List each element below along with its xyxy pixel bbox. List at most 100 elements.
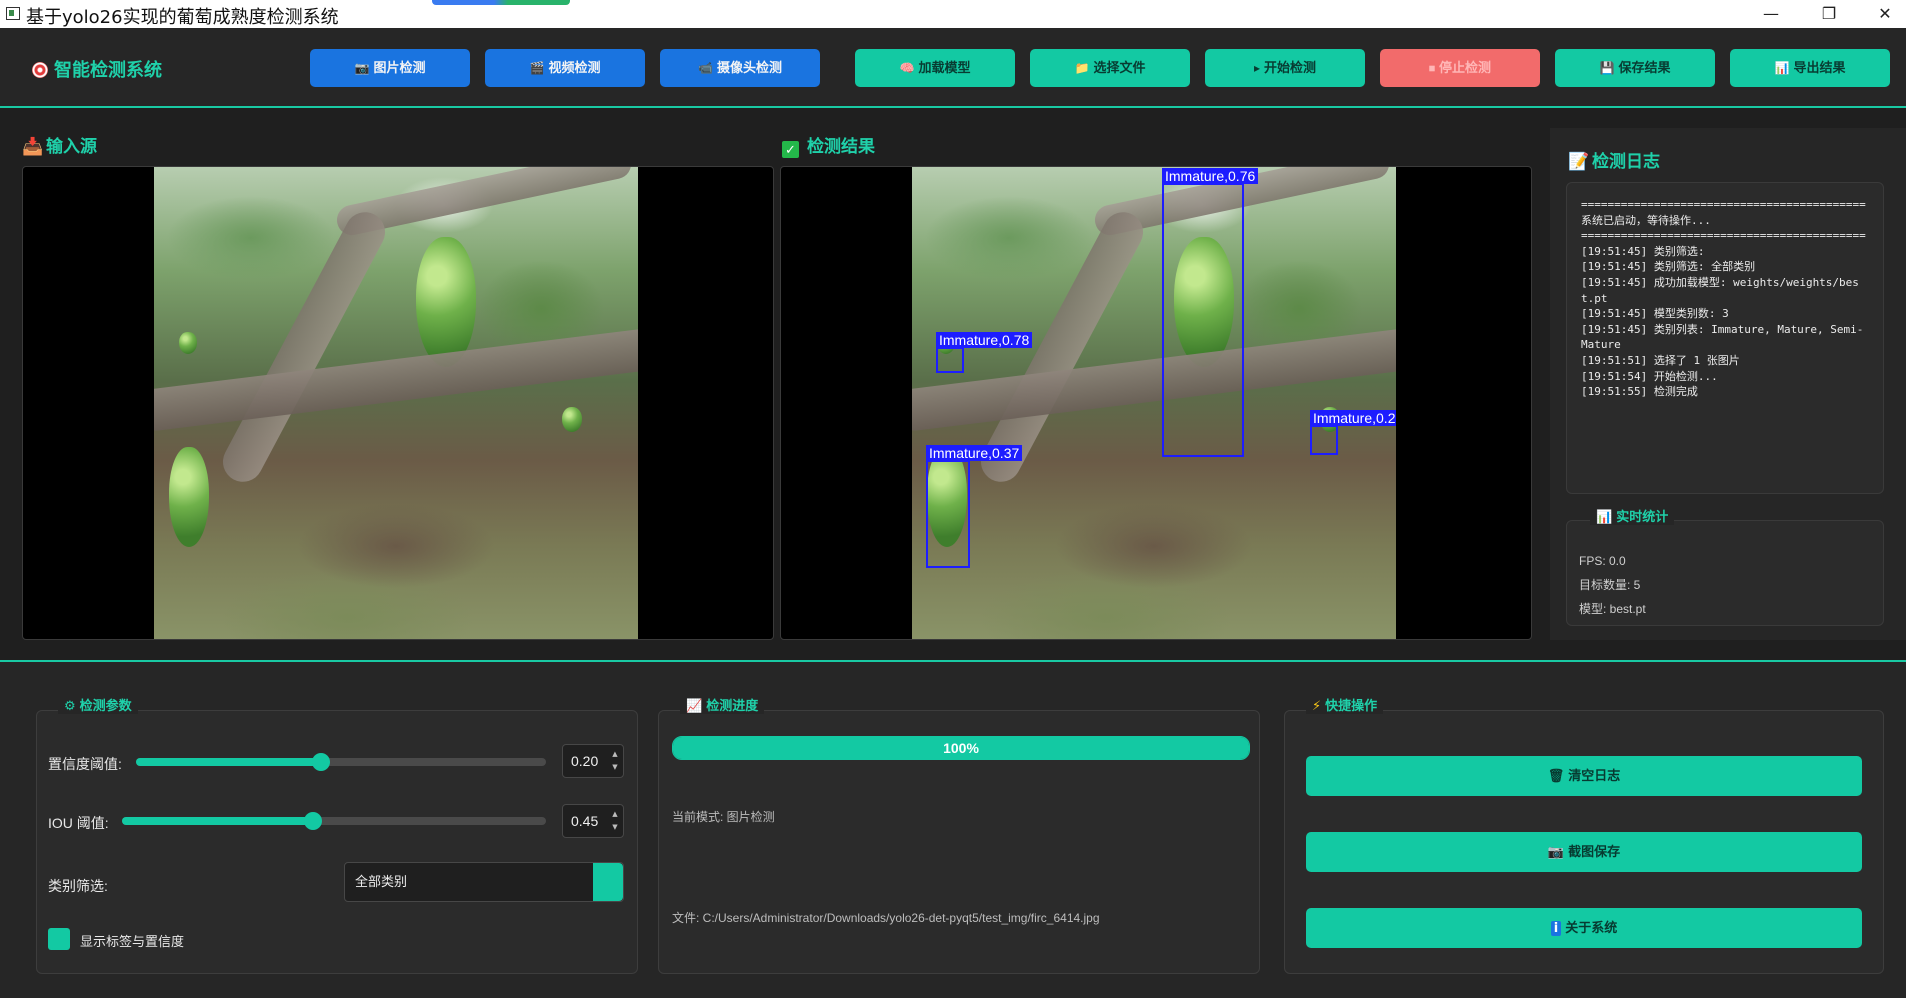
result-label: 检测结果 [807, 137, 875, 156]
floppy-icon: 💾 [1599, 61, 1615, 75]
spin-down-icon[interactable]: ▼ [610, 823, 620, 831]
current-file: 文件: C:/Users/Administrator/Downloads/yol… [672, 911, 1100, 925]
realtime-stats: FPS: 0.0 目标数量: 5 模型: best.pt [1566, 520, 1884, 626]
input-source-title: 📥 输入源 [22, 132, 97, 157]
save-result-label: 保存结果 [1618, 60, 1671, 75]
screenshot-save-button[interactable]: 📷 截图保存 [1306, 832, 1862, 872]
webcam-icon: 📹 [698, 61, 713, 75]
iou-slider-handle[interactable] [304, 812, 322, 830]
trash-icon: 🗑 [1547, 769, 1565, 784]
quick-actions-title-label: 快捷操作 [1325, 698, 1378, 713]
show-labels-checkbox[interactable] [48, 928, 70, 950]
close-button[interactable]: ✕ [1862, 0, 1906, 28]
clear-log-button[interactable]: 🗑 清空日志 [1306, 756, 1862, 796]
gear-icon: ⚙ [64, 699, 76, 714]
save-result-button[interactable]: 💾 保存结果 [1555, 49, 1715, 87]
clapper-icon: 🎬 [529, 61, 545, 75]
grape-cluster [416, 237, 476, 367]
progress-text: 100% [943, 740, 979, 756]
main-toolbar: 智能检测系统 📷 图片检测 🎬 视频检测 📹 摄像头检测 🧠 加载模型 📁 选择文件 ▸ 开… [0, 28, 1906, 108]
detection-label: Immature,0.76 [1162, 168, 1259, 184]
progress-title: 📈 检测进度 [680, 695, 765, 714]
spin-up-icon[interactable]: ▲ [610, 750, 620, 758]
detection-label: Immature,0.78 [936, 332, 1033, 348]
detection-progress-bar: 100% [672, 736, 1250, 760]
folder-icon: 📁 [1074, 61, 1090, 75]
camera-detect-button[interactable]: 📹 摄像头检测 [660, 49, 820, 87]
input-image [154, 167, 638, 639]
target-icon [32, 62, 48, 78]
lightning-icon: ⚡ [1312, 699, 1322, 714]
grape-cluster [179, 332, 197, 354]
checkmark-icon: ✓ [782, 141, 799, 158]
camera-icon: 📷 [1547, 845, 1565, 860]
spin-up-icon[interactable]: ▲ [610, 810, 620, 818]
iou-slider-fill [122, 817, 313, 825]
select-file-button[interactable]: 📁 选择文件 [1030, 49, 1190, 87]
bar-chart-icon: 📊 [1596, 510, 1613, 525]
brand: 智能检测系统 [32, 56, 162, 82]
log-title: 📝 检测日志 [1568, 147, 1660, 172]
input-source-label: 输入源 [46, 137, 97, 156]
image-detect-label: 图片检测 [373, 60, 426, 75]
confidence-label: 置信度阈值: [48, 756, 122, 772]
class-filter-label: 类别筛选: [48, 878, 108, 894]
params-title-label: 检测参数 [79, 698, 132, 713]
export-result-label: 导出结果 [1793, 60, 1846, 75]
detection-box: Immature,0.28 [1310, 410, 1396, 455]
chevron-down-icon[interactable] [593, 863, 623, 901]
iou-slider[interactable] [122, 812, 546, 830]
load-model-button[interactable]: 🧠 加载模型 [855, 49, 1015, 87]
bar-chart-icon: 📊 [1774, 61, 1790, 75]
model-name: 模型: best.pt [1579, 602, 1646, 616]
confidence-slider[interactable] [136, 753, 546, 771]
taskbar-hint [432, 0, 570, 5]
clear-log-label: 清空日志 [1568, 768, 1621, 783]
confidence-spinbox[interactable]: 0.20 ▲ ▼ [562, 744, 624, 778]
window-titlebar: 基于yolo26实现的葡萄成熟度检测系统 — ❐ ✕ [0, 0, 1906, 28]
about-label: 关于系统 [1565, 920, 1618, 935]
info-icon: i [1550, 921, 1562, 936]
video-detect-button[interactable]: 🎬 视频检测 [485, 49, 645, 87]
show-labels-label: 显示标签与置信度 [80, 934, 185, 949]
inbox-icon: 📥 [22, 137, 44, 157]
stop-icon: ⏹ [1428, 61, 1435, 75]
input-image-panel [22, 166, 774, 640]
iou-spinbox[interactable]: 0.45 ▲ ▼ [562, 804, 624, 838]
camera-icon: 📷 [354, 61, 370, 75]
chart-up-icon: 📈 [686, 699, 703, 714]
spin-down-icon[interactable]: ▼ [610, 763, 620, 771]
export-result-button[interactable]: 📊 导出结果 [1730, 49, 1890, 87]
result-title: ✓ 检测结果 [782, 132, 875, 158]
detection-label: Immature,0.28 [1310, 410, 1396, 426]
result-image-panel: Immature,0.76 Immature,0.78 Immature,0.2… [780, 166, 1532, 640]
detection-log[interactable]: ========================================… [1566, 182, 1884, 494]
confidence-slider-fill [136, 758, 321, 766]
current-mode: 当前模式: 图片检测 [672, 810, 775, 824]
class-filter-select[interactable]: 全部类别 [344, 862, 624, 902]
select-file-label: 选择文件 [1093, 60, 1146, 75]
progress-title-label: 检测进度 [706, 698, 759, 713]
maximize-button[interactable]: ❐ [1806, 0, 1852, 28]
video-detect-label: 视频检测 [548, 60, 601, 75]
screenshot-save-label: 截图保存 [1568, 844, 1621, 859]
stop-detect-button[interactable]: ⏹ 停止检测 [1380, 49, 1540, 87]
confidence-slider-handle[interactable] [312, 753, 330, 771]
app-icon [6, 7, 20, 20]
image-detect-button[interactable]: 📷 图片检测 [310, 49, 470, 87]
start-detect-button[interactable]: ▸ 开始检测 [1205, 49, 1365, 87]
detection-box: Immature,0.37 [926, 445, 1023, 568]
result-image: Immature,0.76 Immature,0.78 Immature,0.2… [912, 167, 1396, 639]
about-button[interactable]: i 关于系统 [1306, 908, 1862, 948]
class-filter-value: 全部类别 [355, 874, 408, 889]
iou-label: IOU 阈值: [48, 815, 109, 831]
brand-label: 智能检测系统 [54, 60, 162, 80]
detection-box: Immature,0.78 [936, 332, 1033, 373]
fps-value: FPS: 0.0 [1579, 554, 1626, 568]
detection-box: Immature,0.76 [1162, 168, 1259, 457]
window-title: 基于yolo26实现的葡萄成熟度检测系统 [26, 7, 339, 28]
target-count: 目标数量: 5 [1579, 578, 1641, 592]
quick-actions-title: ⚡ 快捷操作 [1306, 695, 1384, 714]
stop-detect-label: 停止检测 [1439, 60, 1492, 75]
minimize-button[interactable]: — [1748, 0, 1794, 28]
